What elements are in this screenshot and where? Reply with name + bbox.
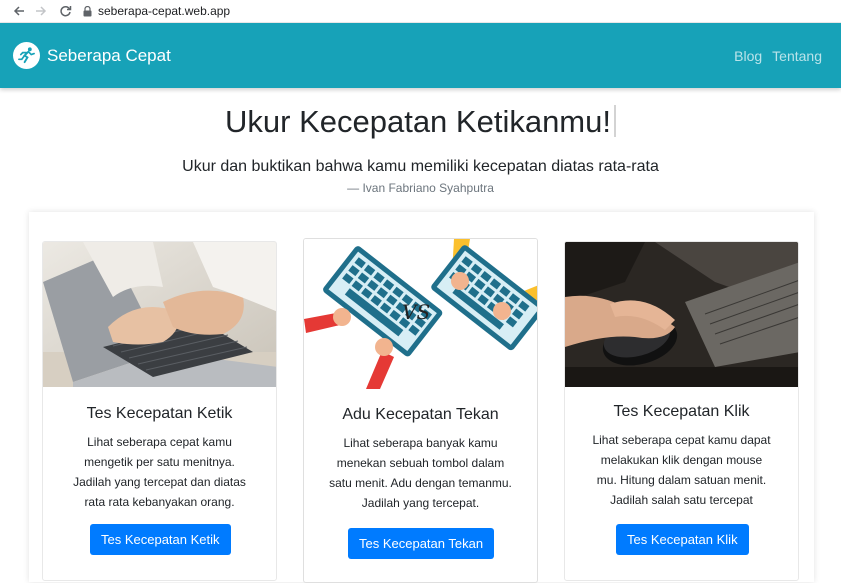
card-text-line: mu. Hitung dalam satuan menit.: [596, 473, 767, 487]
card-text-line: Lihat seberapa cepat kamu: [87, 435, 232, 449]
url-text[interactable]: seberapa-cepat.web.app: [98, 4, 230, 18]
brand-link[interactable]: Seberapa Cepat: [13, 42, 171, 69]
reload-icon[interactable]: [56, 2, 74, 20]
typing-caret: [614, 105, 616, 137]
page-title: Ukur Kecepatan Ketikanmu!: [0, 104, 841, 140]
back-arrow-icon[interactable]: [10, 2, 28, 20]
card-description: Lihat seberapa cepat kamu mengetik per s…: [43, 432, 276, 512]
browser-toolbar: seberapa-cepat.web.app: [0, 0, 841, 23]
card-click-test: Tes Kecepatan Klik Lihat seberapa cepat …: [564, 241, 799, 581]
card-text-line: melakukan klik dengan mouse: [600, 453, 763, 467]
card-text-line: Jadilah yang tercepat.: [361, 496, 480, 510]
vs-label: VS: [402, 300, 430, 324]
mouse-click-image: [565, 242, 798, 387]
nav-link-blog[interactable]: Blog: [734, 48, 762, 64]
card-text-line: rata rata kebanyakan orang.: [84, 495, 235, 509]
card-text-line: menekan sebuah tombol dalam: [336, 456, 505, 470]
card-description: Lihat seberapa banyak kamu menekan sebua…: [304, 433, 537, 513]
press-test-button[interactable]: Tes Kecepatan Tekan: [348, 528, 495, 559]
keyboards-vs-image: VS: [304, 239, 537, 389]
card-text-line: satu menit. Adu dengan temanmu.: [329, 476, 512, 490]
card-description: Lihat seberapa cepat kamu dapat melakuka…: [565, 430, 798, 510]
page-title-text: Ukur Kecepatan Ketikanmu!: [225, 104, 611, 139]
runner-logo-icon: [13, 42, 40, 69]
hero-quote: Ukur dan buktikan bahwa kamu memiliki ke…: [182, 158, 659, 175]
forward-arrow-icon[interactable]: [32, 2, 50, 20]
card-title: Tes Kecepatan Ketik: [86, 405, 233, 422]
laptop-typing-image: [43, 242, 276, 387]
lock-icon: [80, 4, 94, 18]
card-typing-test: Tes Kecepatan Ketik Lihat seberapa cepat…: [42, 241, 277, 581]
card-text-line: Jadilah salah satu tercepat: [610, 493, 753, 507]
address-bar[interactable]: seberapa-cepat.web.app: [80, 2, 230, 20]
click-test-button[interactable]: Tes Kecepatan Klik: [616, 524, 749, 555]
card-text-line: mengetik per satu menitnya.: [84, 455, 235, 469]
card-text-line: Jadilah yang tercepat dan diatas: [73, 475, 246, 489]
nav-links: Blog Tentang: [734, 48, 822, 64]
card-title: Tes Kecepatan Klik: [613, 403, 750, 420]
card-button-battle: VS Adu Kecepatan Tekan Lihat seberapa ba…: [303, 238, 538, 583]
hero-author: — Ivan Fabriano Syahputra: [347, 181, 494, 195]
nav-link-tentang[interactable]: Tentang: [772, 48, 822, 64]
card-title: Adu Kecepatan Tekan: [342, 406, 499, 423]
brand-name[interactable]: Seberapa Cepat: [47, 46, 171, 66]
cards-panel: Tes Kecepatan Ketik Lihat seberapa cepat…: [29, 212, 814, 583]
typing-test-button[interactable]: Tes Kecepatan Ketik: [90, 524, 231, 555]
card-text-line: Lihat seberapa cepat kamu dapat: [592, 433, 771, 447]
navbar: Seberapa Cepat Blog Tentang: [0, 23, 841, 88]
card-text-line: Lihat seberapa banyak kamu: [343, 436, 498, 450]
